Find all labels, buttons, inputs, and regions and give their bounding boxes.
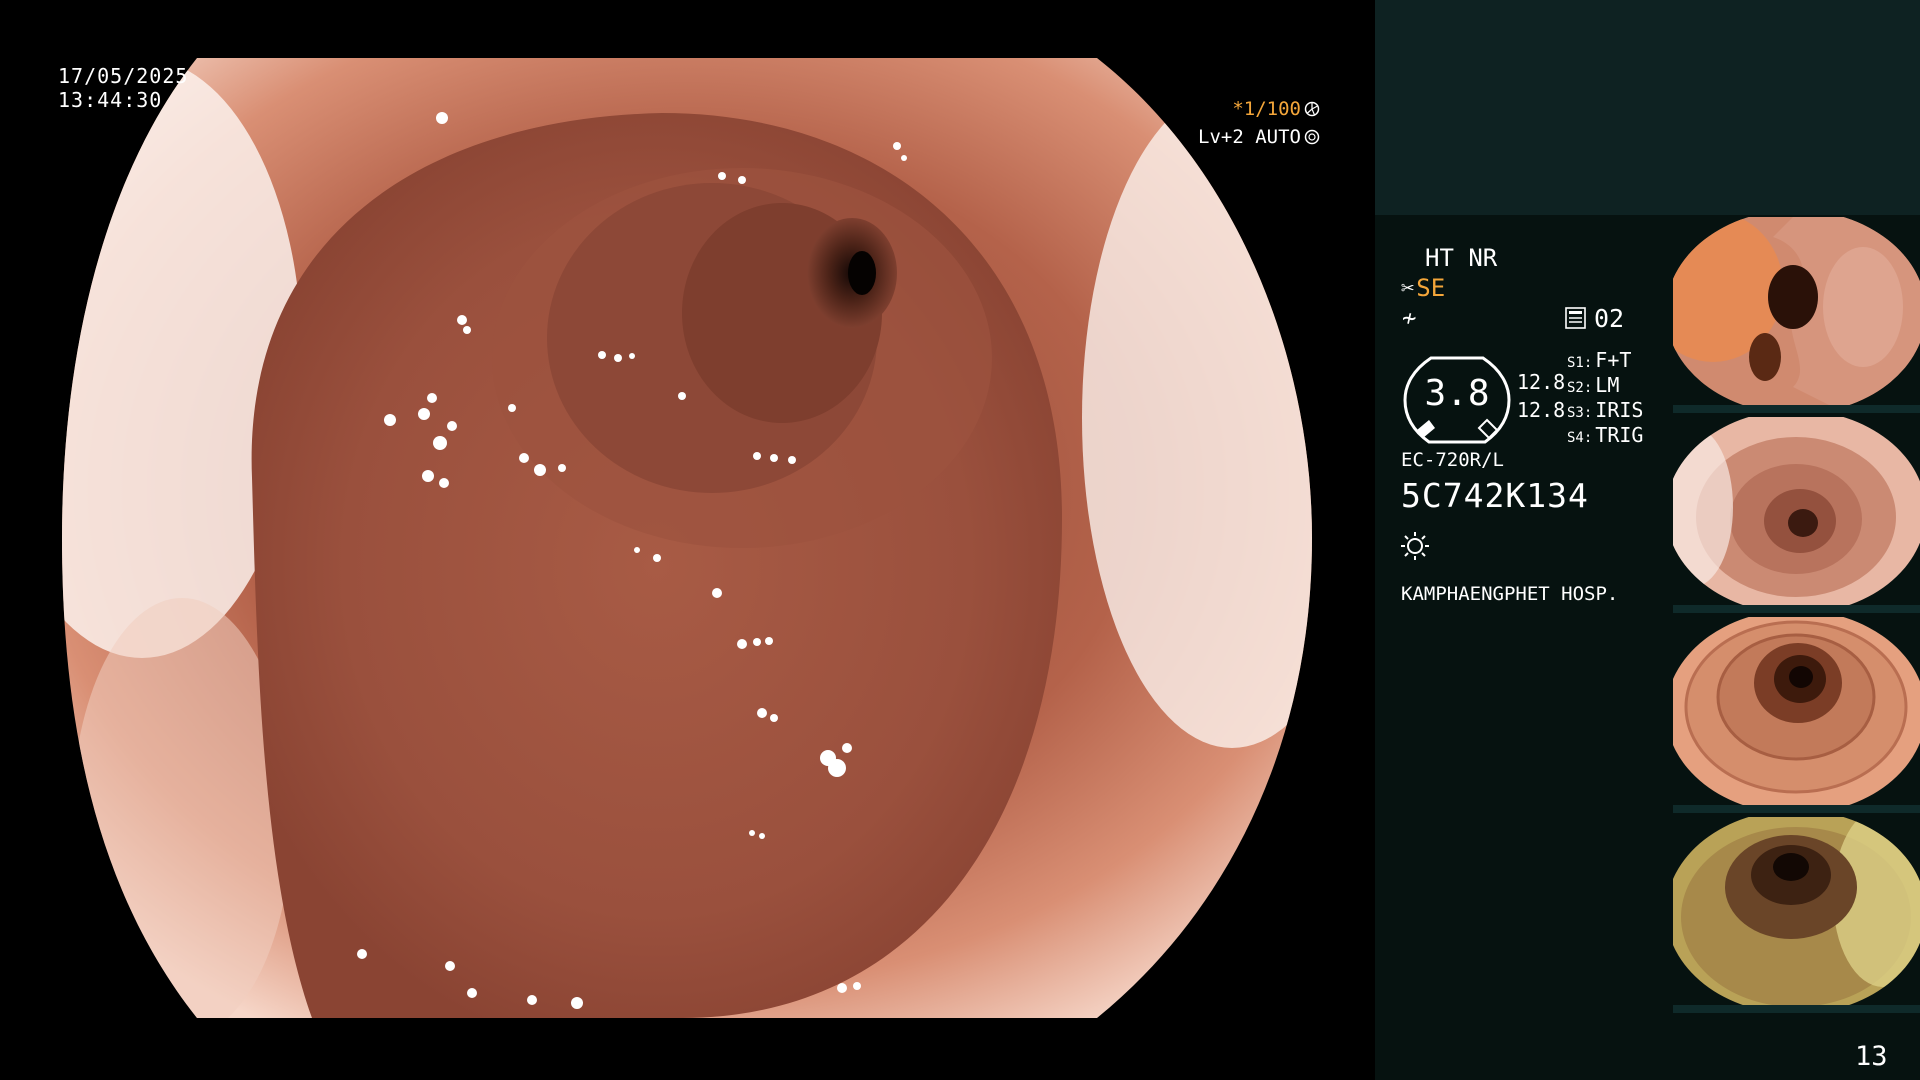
capture-thumbnail-4[interactable]: [1673, 817, 1920, 1007]
brightness-level-indicator: Lv+2 AUTO: [1198, 126, 1320, 148]
date-label: 17/05/2025: [58, 64, 189, 88]
thumbnail-divider: [1673, 805, 1920, 813]
memory-number: 02: [1594, 304, 1625, 333]
switch-key: S1:: [1567, 355, 1593, 371]
switch-key: S3:: [1567, 405, 1593, 421]
switch-label: LM: [1595, 373, 1620, 397]
brightness-level-label: Lv+2 AUTO: [1198, 126, 1301, 148]
hospital-name: KAMPHAENGPHET HOSP.: [1401, 583, 1619, 605]
thumbnail-divider: [1673, 1005, 1920, 1013]
capture-thumbnail-2[interactable]: [1673, 417, 1920, 607]
shutter-ring-icon: [1304, 101, 1320, 117]
switch-key: S4:: [1567, 430, 1593, 446]
switch-label: IRIS: [1595, 398, 1644, 422]
gauge-value: 3.8: [1424, 373, 1490, 414]
endoscope-view: [62, 58, 1312, 1018]
structure-mode: ✂︎ SE: [1401, 274, 1445, 302]
switch-row-1: S1: F+T: [1567, 348, 1631, 372]
switch-key: S2:: [1567, 380, 1593, 396]
mode-line: HT NR: [1425, 244, 1498, 272]
switch-row-4: S4: TRIG: [1567, 423, 1643, 447]
info-panel-header: [1375, 0, 1920, 215]
shutter-speed-label: *1/100: [1232, 98, 1301, 120]
capture-thumbnail-1[interactable]: [1673, 217, 1920, 407]
page-number: 13: [1855, 1041, 1888, 1072]
memo-icon: [1565, 307, 1586, 329]
shutter-speed-indicator: *1/100: [1232, 98, 1320, 120]
auto-ring-icon: [1304, 129, 1320, 145]
capture-thumbnail-3[interactable]: [1673, 617, 1920, 807]
switch-row-2: S2: LM: [1567, 373, 1619, 397]
scope-serial: 5C742K134: [1401, 476, 1589, 515]
structure-mode-label: SE: [1416, 274, 1446, 302]
value-2: 12.8: [1517, 398, 1566, 422]
switch-label: F+T: [1595, 348, 1632, 372]
scissor-icon: ✂︎: [1401, 275, 1415, 301]
filter-icon: ≁: [1402, 304, 1417, 332]
switch-row-3: S3: IRIS: [1567, 398, 1643, 422]
thumbnail-divider: [1673, 405, 1920, 413]
scope-model: EC-720R/L: [1401, 449, 1504, 471]
thumbnail-divider: [1673, 605, 1920, 613]
time-label: 13:44:30: [58, 88, 163, 112]
switch-label: TRIG: [1595, 423, 1644, 447]
sun-icon: [1401, 532, 1429, 560]
value-1: 12.8: [1517, 370, 1566, 394]
